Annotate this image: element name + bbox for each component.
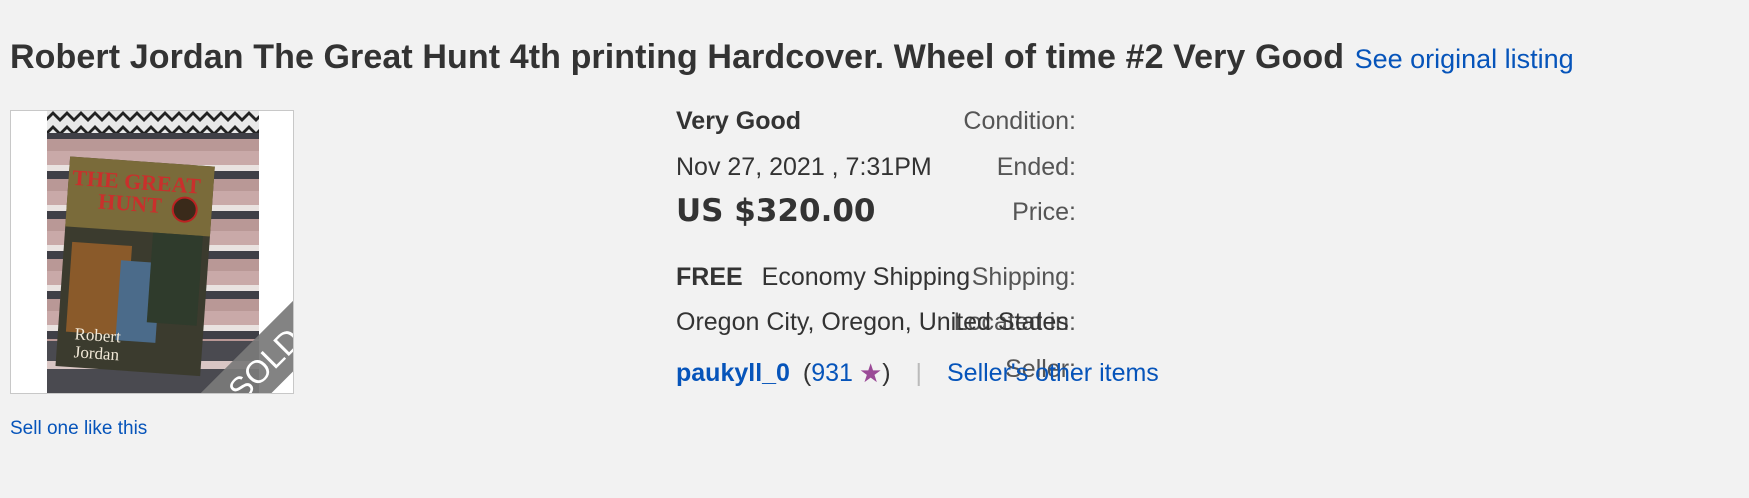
feedback-score-link[interactable]: 931 bbox=[811, 359, 853, 387]
feedback-close-paren: ) bbox=[882, 359, 891, 387]
seller-value: paukyll_0 (931 ★) | Seller's other items bbox=[676, 358, 1159, 389]
condition-value: Very Good bbox=[676, 107, 802, 135]
shipping-value: FREE Economy Shipping bbox=[676, 263, 970, 292]
seller-separator: | bbox=[915, 359, 923, 387]
price-value: US $320.00 bbox=[676, 193, 876, 229]
feedback-open-paren: ( bbox=[802, 359, 812, 387]
seller-other-items-link[interactable]: Seller's other items bbox=[947, 359, 1159, 387]
shipping-method-text: Economy Shipping bbox=[761, 263, 971, 291]
ended-row: Ended: Nov 27, 2021 , 7:31PM bbox=[420, 153, 1320, 193]
condition-label: Condition: bbox=[963, 107, 1076, 135]
title-row: Robert Jordan The Great Hunt 4th printin… bbox=[10, 38, 1574, 77]
cover-author-line2: Jordan bbox=[73, 342, 120, 364]
ended-value: Nov 27, 2021 , 7:31PM bbox=[676, 153, 932, 181]
seller-row: Seller: paukyll_0 (931 ★) | Seller's othe… bbox=[420, 355, 1320, 398]
item-title: Robert Jordan The Great Hunt 4th printin… bbox=[10, 38, 1345, 76]
item-photo: THE GREAT HUNT Robert Jordan SOLD bbox=[47, 111, 293, 393]
location-row: Located in: Oregon City, Oregon, United … bbox=[420, 308, 1320, 348]
purple-star-icon: ★ bbox=[858, 358, 883, 388]
shipping-row: Shipping: FREE Economy Shipping bbox=[420, 263, 1320, 303]
item-image[interactable]: THE GREAT HUNT Robert Jordan SOLD bbox=[10, 110, 294, 394]
sell-one-like-this-link[interactable]: Sell one like this bbox=[10, 418, 147, 440]
shipping-free-text: FREE bbox=[676, 263, 743, 291]
cover-title-line2: HUNT bbox=[97, 189, 162, 218]
location-value: Oregon City, Oregon, United States bbox=[676, 308, 1069, 336]
condition-row: Condition: Very Good bbox=[420, 107, 1320, 147]
price-row: Price: US $320.00 bbox=[420, 193, 1320, 236]
seller-name-link[interactable]: paukyll_0 bbox=[676, 359, 790, 387]
see-original-listing-link[interactable]: See original listing bbox=[1355, 44, 1574, 74]
sold-listing-page: Robert Jordan The Great Hunt 4th printin… bbox=[0, 0, 1749, 498]
